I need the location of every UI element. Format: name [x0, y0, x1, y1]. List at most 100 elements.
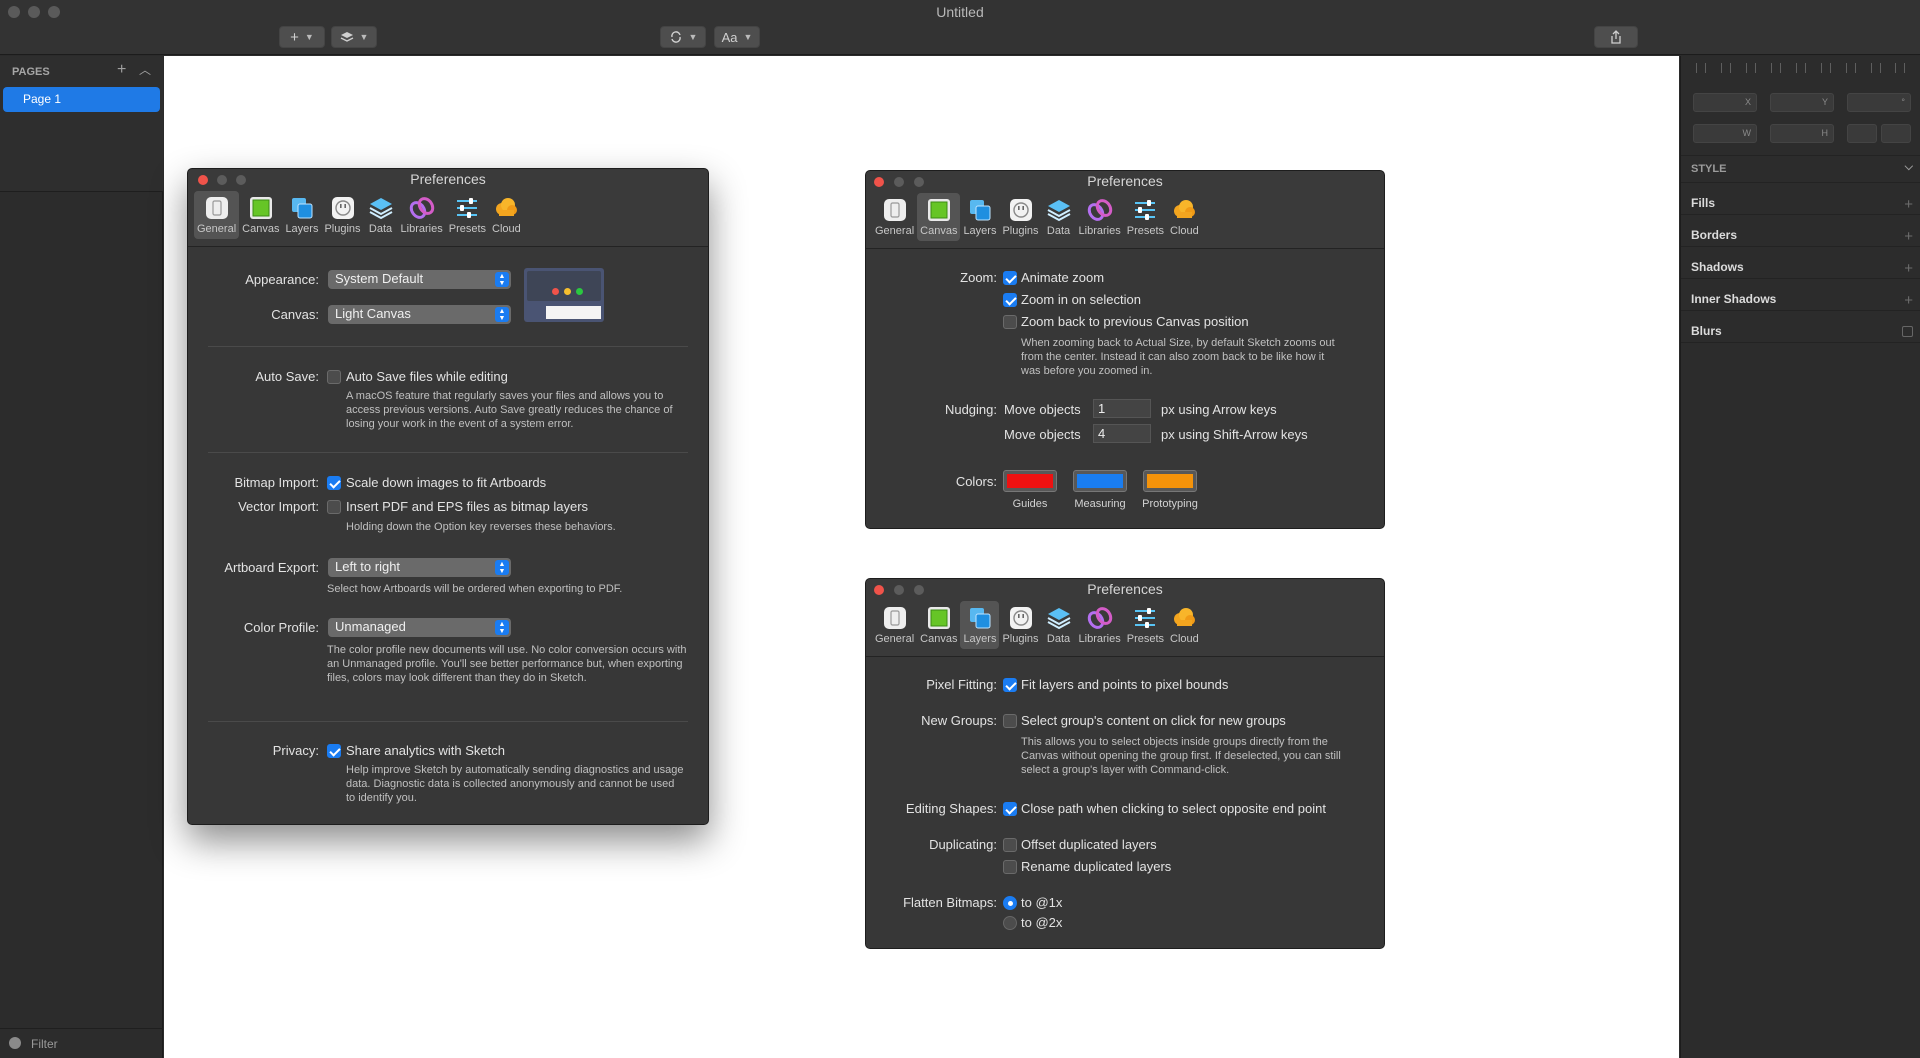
text-style-button[interactable]: Aa ▼	[714, 26, 760, 48]
tab-data[interactable]: Data	[1042, 601, 1076, 649]
zoom-label: Zoom:	[960, 270, 997, 285]
tab-libraries[interactable]: Libraries	[1076, 601, 1124, 649]
tab-data[interactable]: Data	[1042, 193, 1076, 241]
align-center-icon[interactable]	[1795, 63, 1806, 73]
align-top-icon[interactable]	[1845, 63, 1856, 73]
nudge-large-input[interactable]: 4	[1093, 424, 1151, 443]
tab-presets[interactable]: Presets	[446, 191, 489, 239]
animate-zoom-checkbox[interactable]	[1003, 271, 1017, 285]
tab-label: Data	[368, 223, 393, 235]
distribute-horizontal-icon[interactable]	[1696, 63, 1707, 73]
layer-filter[interactable]: Filter	[0, 1028, 163, 1058]
add-border-icon[interactable]: +	[1904, 228, 1913, 245]
y-field[interactable]: Y	[1770, 93, 1834, 112]
layers-pane: Pixel Fitting: Fit layers and points to …	[866, 656, 1384, 948]
tab-general[interactable]: General	[872, 601, 917, 649]
tab-presets[interactable]: Presets	[1124, 601, 1167, 649]
tab-layers[interactable]: Layers	[282, 191, 321, 239]
offset-duplicated-checkbox[interactable]	[1003, 838, 1017, 852]
tab-presets[interactable]: Presets	[1124, 193, 1167, 241]
flatten-2x-radio[interactable]	[1003, 916, 1017, 930]
align-middle-icon[interactable]	[1870, 63, 1881, 73]
guides-color-well[interactable]	[1003, 470, 1057, 492]
layers-icon	[288, 194, 316, 222]
new-groups-checkbox[interactable]	[1003, 714, 1017, 728]
nudging-label: Nudging:	[944, 402, 997, 417]
tab-label: General	[197, 223, 237, 235]
measuring-label: Measuring	[1074, 498, 1126, 510]
tab-plugins[interactable]: Plugins	[999, 601, 1041, 649]
share-button[interactable]	[1594, 26, 1638, 48]
tab-general[interactable]: General	[872, 193, 917, 241]
page-item-page-1[interactable]: Page 1	[3, 87, 160, 112]
add-shadow-icon[interactable]: +	[1904, 260, 1913, 277]
prototyping-color-well[interactable]	[1143, 470, 1197, 492]
general-pane: Appearance: System Default ▲ ▼ Canvas: Lig…	[188, 246, 708, 824]
rotation-field[interactable]: °	[1847, 93, 1911, 112]
add-page-icon[interactable]: +	[117, 61, 126, 79]
editing-shapes-checkbox[interactable]	[1003, 802, 1017, 816]
distribute-vertical-icon[interactable]	[1721, 63, 1732, 73]
align-bottom-icon[interactable]	[1895, 63, 1906, 73]
privacy-checkbox[interactable]	[327, 744, 341, 758]
tab-libraries[interactable]: Libraries	[398, 191, 446, 239]
collapse-pages-icon[interactable]: ︿	[139, 61, 151, 78]
flip-vertical-icon[interactable]	[1881, 124, 1911, 143]
color-profile-value: Unmanaged	[335, 619, 406, 634]
add-fill-icon[interactable]: +	[1904, 196, 1913, 213]
tab-label: Cloud	[492, 223, 521, 235]
tab-data[interactable]: Data	[364, 191, 398, 239]
autosave-checkbox[interactable]	[327, 370, 341, 384]
pixel-fitting-checkbox[interactable]	[1003, 678, 1017, 692]
tab-canvas[interactable]: Canvas	[239, 191, 282, 239]
align-right-icon[interactable]	[1820, 63, 1831, 73]
height-field[interactable]: H	[1770, 124, 1834, 143]
tab-libraries[interactable]: Libraries	[1076, 193, 1124, 241]
chevron-down-icon: ▼	[688, 32, 698, 42]
transform-button[interactable]: ▼	[660, 26, 706, 48]
appearance-preview-thumbnail	[524, 268, 604, 322]
zoom-in-on-selection-checkbox[interactable]	[1003, 293, 1017, 307]
tab-canvas[interactable]: Canvas	[917, 193, 961, 241]
tab-layers[interactable]: Layers	[960, 193, 999, 241]
canvas-theme-select[interactable]: Light Canvas ▲ ▼	[328, 305, 511, 324]
x-field[interactable]: X	[1693, 93, 1757, 112]
add-inner-shadow-icon[interactable]: +	[1904, 292, 1913, 309]
tab-label: Libraries	[1078, 633, 1121, 645]
style-label: STYLE	[1691, 163, 1727, 175]
cloud-icon	[1170, 196, 1198, 224]
tab-label: Layers	[285, 223, 319, 235]
bitmap-import-checkbox[interactable]	[327, 476, 341, 490]
appearance-select[interactable]: System Default ▲ ▼	[328, 270, 511, 289]
rename-duplicated-checkbox[interactable]	[1003, 860, 1017, 874]
bitmap-import-option-label: Scale down images to fit Artboards	[346, 475, 547, 490]
tab-label: Layers	[963, 225, 997, 237]
tab-canvas[interactable]: Canvas	[917, 601, 960, 649]
editing-shapes-option-label: Close path when clicking to select oppos…	[1021, 801, 1326, 816]
style-header[interactable]: STYLE ⌵	[1691, 161, 1913, 175]
color-profile-select[interactable]: Unmanaged ▲ ▼	[328, 618, 511, 637]
measuring-color-well[interactable]	[1073, 470, 1127, 492]
tab-layers[interactable]: Layers	[960, 601, 1000, 649]
tab-cloud[interactable]: Cloud	[1167, 601, 1202, 649]
flatten-1x-radio[interactable]	[1003, 896, 1017, 910]
tab-general[interactable]: General	[194, 191, 240, 239]
chevron-down-icon: ⌵	[1904, 161, 1913, 173]
link-icon	[408, 194, 436, 222]
width-field[interactable]: W	[1693, 124, 1757, 143]
tab-plugins[interactable]: Plugins	[999, 193, 1041, 241]
nudge-small-input[interactable]: 1	[1093, 399, 1151, 418]
artboard-export-select[interactable]: Left to right ▲ ▼	[328, 558, 511, 577]
blur-toggle[interactable]	[1902, 326, 1913, 337]
tab-plugins[interactable]: Plugins	[321, 191, 363, 239]
flip-horizontal-icon[interactable]	[1847, 124, 1877, 143]
tab-cloud[interactable]: Cloud	[1167, 193, 1202, 241]
vector-import-label: Vector Import:	[238, 499, 319, 514]
layer-actions-button[interactable]: ▼	[331, 26, 377, 48]
vector-import-checkbox[interactable]	[327, 500, 341, 514]
align-left-icon[interactable]	[1771, 63, 1782, 73]
zoom-back-checkbox[interactable]	[1003, 315, 1017, 329]
insert-button[interactable]: + ▼	[279, 26, 325, 48]
tab-cloud[interactable]: Cloud	[489, 191, 524, 239]
tidy-icon[interactable]	[1746, 63, 1757, 73]
